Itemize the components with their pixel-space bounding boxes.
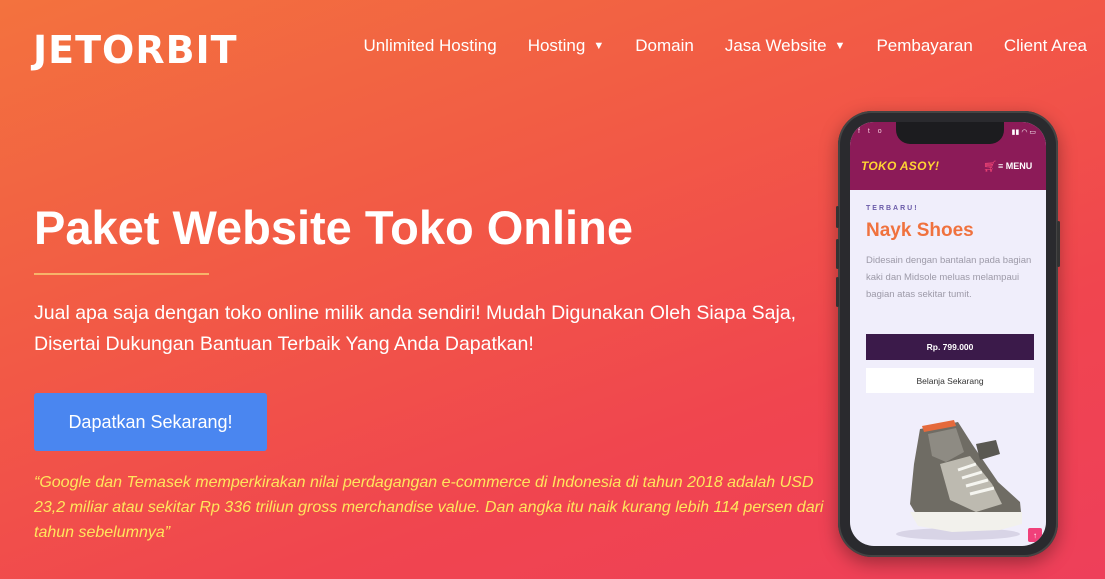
product-price-button[interactable]: Rp. 799.000 [866, 334, 1034, 360]
nav-label: Client Area [1003, 36, 1087, 55]
social-icons: f t o [858, 128, 885, 135]
nav-label: Pembayaran [876, 36, 973, 55]
chevron-down-icon: ▼ [593, 40, 605, 52]
phone-notch [896, 122, 1004, 144]
main-nav: Unlimited Hosting Hosting ▼ Domain Jasa … [332, 36, 1087, 56]
phone-power-button [1057, 221, 1060, 267]
nav-unlimited-hosting[interactable]: Unlimited Hosting [363, 36, 496, 56]
toko-asoy-logo[interactable]: TOKO ASOY! [861, 159, 939, 173]
nav-label: Jasa Website [724, 36, 827, 55]
phone-screen: f t o ▮▮ ◠ ▭ TOKO ASOY! 🛒︎ ≡ MENU TERBAR… [850, 122, 1046, 546]
nav-domain[interactable]: Domain [635, 36, 694, 56]
product-name: Nayk Shoes [866, 220, 974, 241]
chevron-down-icon: ▼ [834, 40, 846, 52]
title-divider [34, 273, 209, 275]
arrow-up-icon: ↑ [1033, 530, 1037, 540]
get-now-button[interactable]: Dapatkan Sekarang! [34, 393, 267, 451]
phone-side-button [836, 277, 839, 307]
sneaker-image [896, 420, 1022, 540]
nav-label: Unlimited Hosting [363, 36, 497, 55]
scroll-top-button[interactable]: ↑ [1028, 528, 1042, 542]
cart-icon[interactable]: 🛒︎ [983, 160, 997, 173]
hero-title: Paket Website Toko Online [34, 201, 633, 254]
jetorbit-logo[interactable]: JETORBIT [33, 30, 238, 70]
site-header: JETORBIT Unlimited Hosting Hosting ▼ Dom… [0, 0, 1105, 95]
nav-jasa-website[interactable]: Jasa Website ▼ [725, 36, 846, 56]
ecommerce-quote: “Google dan Temasek memperkirakan nilai … [34, 474, 824, 541]
nav-hosting[interactable]: Hosting ▼ [528, 36, 605, 56]
nav-pembayaran[interactable]: Pembayaran [876, 36, 972, 56]
hero-subtitle: Jual apa saja dengan toko online milik a… [34, 302, 797, 355]
product-description: Didesain dengan bantalan pada bagian kak… [866, 255, 1032, 300]
shop-now-button[interactable]: Belanja Sekarang [866, 368, 1034, 393]
nav-label: Hosting [527, 36, 586, 55]
phone-mockup: f t o ▮▮ ◠ ▭ TOKO ASOY! 🛒︎ ≡ MENU TERBAR… [836, 111, 1060, 557]
menu-button[interactable]: ≡ MENU [998, 161, 1032, 171]
phone-side-button [836, 206, 839, 228]
signal-battery-icon: ▮▮ ◠ ▭ [1011, 129, 1036, 136]
product-tag: TERBARU! [866, 205, 919, 212]
nav-client-area[interactable]: Client Area [1004, 36, 1087, 56]
nav-label: Domain [635, 36, 694, 55]
menu-label: MENU [1005, 161, 1033, 171]
app-bar: TOKO ASOY! 🛒︎ ≡ MENU [850, 146, 1046, 190]
phone-side-button [836, 239, 839, 269]
hamburger-icon: ≡ [998, 161, 1004, 171]
